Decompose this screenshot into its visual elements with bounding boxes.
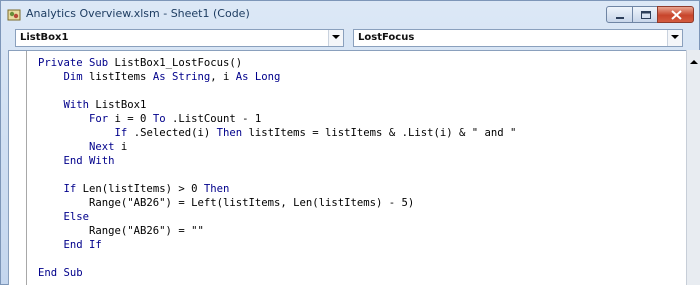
code-keyword: Private Sub: [38, 57, 115, 69]
code-keyword: Dim: [63, 71, 90, 83]
scroll-up-arrow-icon[interactable]: [690, 60, 698, 65]
code-line[interactable]: End Sub: [38, 266, 516, 280]
code-keyword: Next: [89, 141, 121, 153]
code-keyword: If: [63, 183, 83, 195]
close-icon: [671, 10, 682, 20]
code-text[interactable]: Private Sub ListBox1_LostFocus() Dim lis…: [38, 56, 516, 280]
code-line[interactable]: [38, 168, 516, 182]
chevron-down-icon: [671, 35, 679, 39]
object-dropdown[interactable]: ListBox1: [15, 29, 344, 47]
close-button[interactable]: [657, 6, 694, 23]
procedure-dropdown-value: LostFocus: [358, 32, 415, 43]
code-keyword: End Sub: [38, 267, 83, 279]
minimize-button[interactable]: [606, 6, 633, 23]
code-keyword: With: [63, 99, 96, 111]
window-title: Analytics Overview.xlsm - Sheet1 (Code): [26, 7, 250, 20]
code-line[interactable]: End If: [38, 238, 516, 252]
code-keyword: Then: [203, 183, 230, 195]
chevron-down-icon: [332, 35, 340, 39]
code-token: i = 0: [114, 113, 153, 125]
object-dropdown-value: ListBox1: [20, 32, 69, 43]
code-keyword: For: [89, 113, 115, 125]
code-line[interactable]: Next i: [38, 140, 516, 154]
code-token: Range("AB26") = "": [38, 225, 204, 237]
code-token: Range("AB26") = Left(listItems, Len(list…: [38, 197, 415, 209]
code-line[interactable]: If .Selected(i) Then listItems = listIte…: [38, 126, 517, 140]
code-keyword: As String: [152, 71, 211, 83]
code-keyword: To: [152, 113, 172, 125]
code-token: ListBox1_LostFocus(): [114, 57, 243, 69]
code-token: , i: [210, 71, 236, 83]
minimize-icon: [616, 17, 624, 19]
code-token: .ListCount - 1: [171, 113, 262, 125]
object-dropdown-button[interactable]: [328, 30, 343, 46]
maximize-icon: [641, 11, 651, 19]
code-line[interactable]: [38, 84, 516, 98]
code-token: .Selected(i): [133, 127, 217, 139]
code-editor[interactable]: Private Sub ListBox1_LostFocus() Dim lis…: [8, 50, 686, 285]
title-bar[interactable]: Analytics Overview.xlsm - Sheet1 (Code): [1, 1, 699, 27]
code-line[interactable]: Range("AB26") = "": [38, 224, 516, 238]
code-line[interactable]: If Len(listItems) > 0 Then: [38, 182, 516, 196]
code-keyword: Then: [216, 127, 249, 139]
code-token: listItems: [89, 71, 153, 83]
vertical-scrollbar[interactable]: [686, 50, 700, 285]
code-line[interactable]: Dim listItems As String, i As Long: [38, 70, 516, 84]
code-line[interactable]: Range("AB26") = Left(listItems, Len(list…: [38, 196, 516, 210]
procedure-dropdown-button[interactable]: [667, 30, 682, 46]
margin-indicator-bar[interactable]: [9, 51, 27, 285]
code-keyword: Else: [63, 211, 90, 223]
maximize-button[interactable]: [632, 6, 658, 23]
code-keyword: If: [114, 127, 134, 139]
code-line[interactable]: With ListBox1: [38, 98, 516, 112]
code-line[interactable]: [38, 252, 516, 266]
code-keyword: As Long: [235, 71, 281, 83]
code-token: ListBox1: [95, 99, 147, 111]
code-keyword: End If: [63, 239, 102, 251]
code-token: i: [120, 141, 128, 153]
code-line[interactable]: Else: [38, 210, 516, 224]
procedure-dropdown[interactable]: LostFocus: [353, 29, 683, 47]
vba-project-icon: [7, 7, 21, 21]
code-token: listItems = listItems & .List(i) & " and…: [248, 127, 517, 139]
code-line[interactable]: For i = 0 To .ListCount - 1: [38, 112, 516, 126]
code-line[interactable]: Private Sub ListBox1_LostFocus(): [38, 56, 516, 70]
code-window: Analytics Overview.xlsm - Sheet1 (Code) …: [0, 0, 700, 285]
code-token: Len(listItems) > 0: [82, 183, 204, 195]
code-line[interactable]: End With: [38, 154, 516, 168]
code-keyword: End With: [63, 155, 115, 167]
